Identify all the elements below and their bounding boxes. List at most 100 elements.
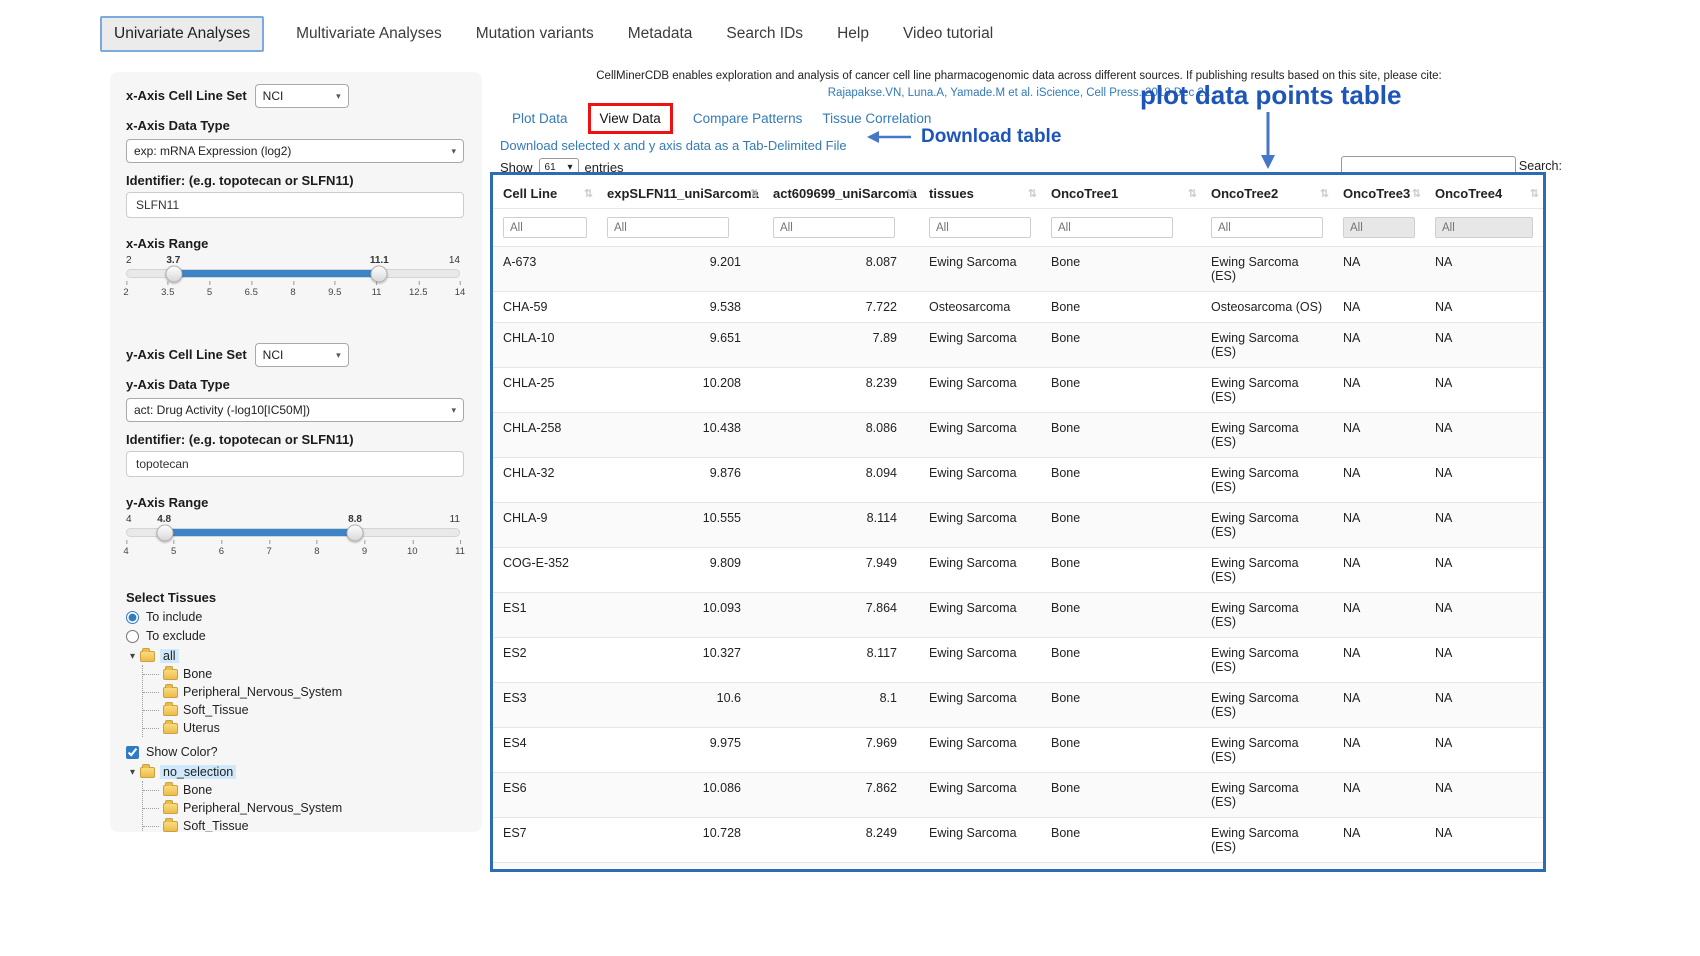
nav-tab-search-ids[interactable]: Search IDs xyxy=(724,17,805,51)
tree-item-soft-tissue[interactable]: Soft_Tissue xyxy=(153,701,466,719)
nav-tab-multivariate-analyses[interactable]: Multivariate Analyses xyxy=(294,17,444,51)
radio-row-to-exclude[interactable]: To exclude xyxy=(126,629,466,643)
chevron-down-icon: ▾ xyxy=(451,405,456,416)
y-axis-data-type-value: act: Drug Activity (-log10[IC50M]) xyxy=(134,403,310,417)
y-axis-identifier-label: Identifier: (e.g. topotecan or SLFN11) xyxy=(126,432,466,447)
y-axis-range-slider[interactable]: 44.88.8114567891011 xyxy=(126,514,460,560)
table-header-row: Cell Line⇅expSLFN11_uniSarcoma⇅act609699… xyxy=(493,175,1543,209)
download-link[interactable]: Download selected x and y axis data as a… xyxy=(500,138,847,153)
folder-icon xyxy=(140,767,155,778)
annotation-download-table-text: Download table xyxy=(921,126,1061,148)
nav-tab-mutation-variants[interactable]: Mutation variants xyxy=(474,17,596,51)
tree-expander-icon[interactable]: ▾ xyxy=(130,767,135,778)
tree-expander-icon[interactable]: ▾ xyxy=(130,651,135,662)
show-color-row[interactable]: Show Color? xyxy=(126,745,466,759)
show-color-checkbox[interactable] xyxy=(126,746,139,759)
folder-icon xyxy=(163,803,178,814)
table-row: CHLA-25810.4388.086Ewing SarcomaBoneEwin… xyxy=(493,413,1543,458)
y-axis-cell-line-set-label: y-Axis Cell Line Set xyxy=(126,347,247,362)
chevron-down-icon: ▾ xyxy=(568,162,573,173)
tree-root-all[interactable]: ▾all xyxy=(130,649,466,663)
tab-plot-data[interactable]: Plot Data xyxy=(512,111,568,126)
column-header-oncotree1[interactable]: OncoTree1⇅ xyxy=(1041,175,1201,209)
tree-item-peripheral-nervous-system[interactable]: Peripheral_Nervous_System xyxy=(153,683,466,701)
x-axis-data-type-select[interactable]: exp: mRNA Expression (log2) ▾ xyxy=(126,139,464,163)
sort-icon: ⇅ xyxy=(1028,187,1037,200)
table-row: CHLA-329.8768.094Ewing SarcomaBoneEwing … xyxy=(493,458,1543,503)
y-axis-cell-line-set-value: NCI xyxy=(263,348,284,362)
left-arrow-icon xyxy=(866,129,912,145)
x-axis-range-label: x-Axis Range xyxy=(126,236,466,251)
annotation-download-table: Download table xyxy=(866,126,1061,148)
radio-row-to-include[interactable]: To include xyxy=(126,610,466,624)
column-header-cell-line[interactable]: Cell Line⇅ xyxy=(493,175,597,209)
table-row: A-6739.2018.087Ewing SarcomaBoneEwing Sa… xyxy=(493,247,1543,292)
y-axis-data-type-label: y-Axis Data Type xyxy=(126,377,466,392)
slider-handle-low[interactable] xyxy=(156,524,173,541)
column-header-act609699-unisarcoma[interactable]: act609699_uniSarcoma⇅ xyxy=(763,175,919,209)
annotation-plot-data-points-table: plot data points table xyxy=(1140,80,1401,111)
tab-compare-patterns[interactable]: Compare Patterns xyxy=(693,111,803,126)
table-row: ES810.4498.121Ewing SarcomaBoneEwing Sar… xyxy=(493,863,1543,873)
filter-input-oncotree4[interactable] xyxy=(1435,217,1533,238)
filter-input-oncotree2[interactable] xyxy=(1211,217,1323,238)
sidebar-panel: x-Axis Cell Line Set NCI ▾ x-Axis Data T… xyxy=(110,72,482,832)
slider-handle-high[interactable] xyxy=(370,265,387,282)
down-arrow-icon xyxy=(1258,112,1278,170)
column-header-oncotree4[interactable]: OncoTree4⇅ xyxy=(1425,175,1543,209)
x-axis-data-type-value: exp: mRNA Expression (log2) xyxy=(134,144,291,158)
x-axis-cell-line-set-value: NCI xyxy=(263,89,284,103)
tab-view-data[interactable]: View Data xyxy=(600,111,661,126)
tree-item-bone[interactable]: Bone xyxy=(153,781,466,799)
sort-icon: ⇅ xyxy=(1530,187,1539,200)
filter-input-expslfn11-unisarcoma[interactable] xyxy=(607,217,729,238)
y-axis-identifier-input[interactable] xyxy=(126,451,464,477)
chevron-down-icon: ▾ xyxy=(336,91,341,102)
tree-item-uterus[interactable]: Uterus xyxy=(153,719,466,737)
table-row: COG-E-3529.8097.949Ewing SarcomaBoneEwin… xyxy=(493,548,1543,593)
filter-input-act609699-unisarcoma[interactable] xyxy=(773,217,895,238)
sort-icon: ⇅ xyxy=(584,187,593,200)
column-header-expslfn11-unisarcoma[interactable]: expSLFN11_uniSarcoma⇅ xyxy=(597,175,763,209)
x-axis-identifier-input[interactable] xyxy=(126,192,464,218)
slider-max-label: 14 xyxy=(449,255,460,266)
slider-handle-high[interactable] xyxy=(346,524,363,541)
red-highlight-box: View Data xyxy=(588,103,673,134)
slider-min-label: 2 xyxy=(126,255,132,266)
folder-icon xyxy=(163,785,178,796)
filter-input-oncotree3[interactable] xyxy=(1343,217,1415,238)
filter-input-cell-line[interactable] xyxy=(503,217,587,238)
nav-tab-metadata[interactable]: Metadata xyxy=(626,17,695,51)
nav-tab-video-tutorial[interactable]: Video tutorial xyxy=(901,17,995,51)
sort-icon: ⇅ xyxy=(750,187,759,200)
tree-root-no-selection[interactable]: ▾ no_selection xyxy=(130,765,466,779)
tissue-tree-include: ▾all BonePeripheral_Nervous_SystemSoft_Ti… xyxy=(130,649,466,737)
column-header-tissues[interactable]: tissues⇅ xyxy=(919,175,1041,209)
radio-to-exclude[interactable] xyxy=(126,630,139,643)
slider-track[interactable] xyxy=(126,528,460,537)
slider-handle-low[interactable] xyxy=(166,265,183,282)
x-axis-range-slider[interactable]: 23.711.11423.556.589.51112.514 xyxy=(126,255,460,301)
tab-tissue-correlation[interactable]: Tissue Correlation xyxy=(822,111,931,126)
x-axis-data-type-label: x-Axis Data Type xyxy=(126,118,466,133)
table-row: ES610.0867.862Ewing SarcomaBoneEwing Sar… xyxy=(493,773,1543,818)
y-axis-data-type-select[interactable]: act: Drug Activity (-log10[IC50M]) ▾ xyxy=(126,398,464,422)
tree-item-soft-tissue[interactable]: Soft_Tissue xyxy=(153,817,466,832)
nav-tab-univariate-analyses[interactable]: Univariate Analyses xyxy=(100,16,264,52)
radio-to-include[interactable] xyxy=(126,611,139,624)
tree-item-bone[interactable]: Bone xyxy=(153,665,466,683)
tree-item-peripheral-nervous-system[interactable]: Peripheral_Nervous_System xyxy=(153,799,466,817)
to-include-label: To include xyxy=(146,610,202,624)
column-header-oncotree3[interactable]: OncoTree3⇅ xyxy=(1333,175,1425,209)
slider-track[interactable] xyxy=(126,269,460,278)
table-row: ES310.68.1Ewing SarcomaBoneEwing Sarcoma… xyxy=(493,683,1543,728)
x-axis-cell-line-set-select[interactable]: NCI ▾ xyxy=(255,84,349,108)
tree-root-label: no_selection xyxy=(160,765,236,779)
filter-input-oncotree1[interactable] xyxy=(1051,217,1173,238)
y-axis-cell-line-set-select[interactable]: NCI ▾ xyxy=(255,343,349,367)
column-header-oncotree2[interactable]: OncoTree2⇅ xyxy=(1201,175,1333,209)
filter-input-tissues[interactable] xyxy=(929,217,1031,238)
nav-tab-help[interactable]: Help xyxy=(835,17,871,51)
sort-icon: ⇅ xyxy=(1320,187,1329,200)
data-table: Cell Line⇅expSLFN11_uniSarcoma⇅act609699… xyxy=(493,175,1543,872)
